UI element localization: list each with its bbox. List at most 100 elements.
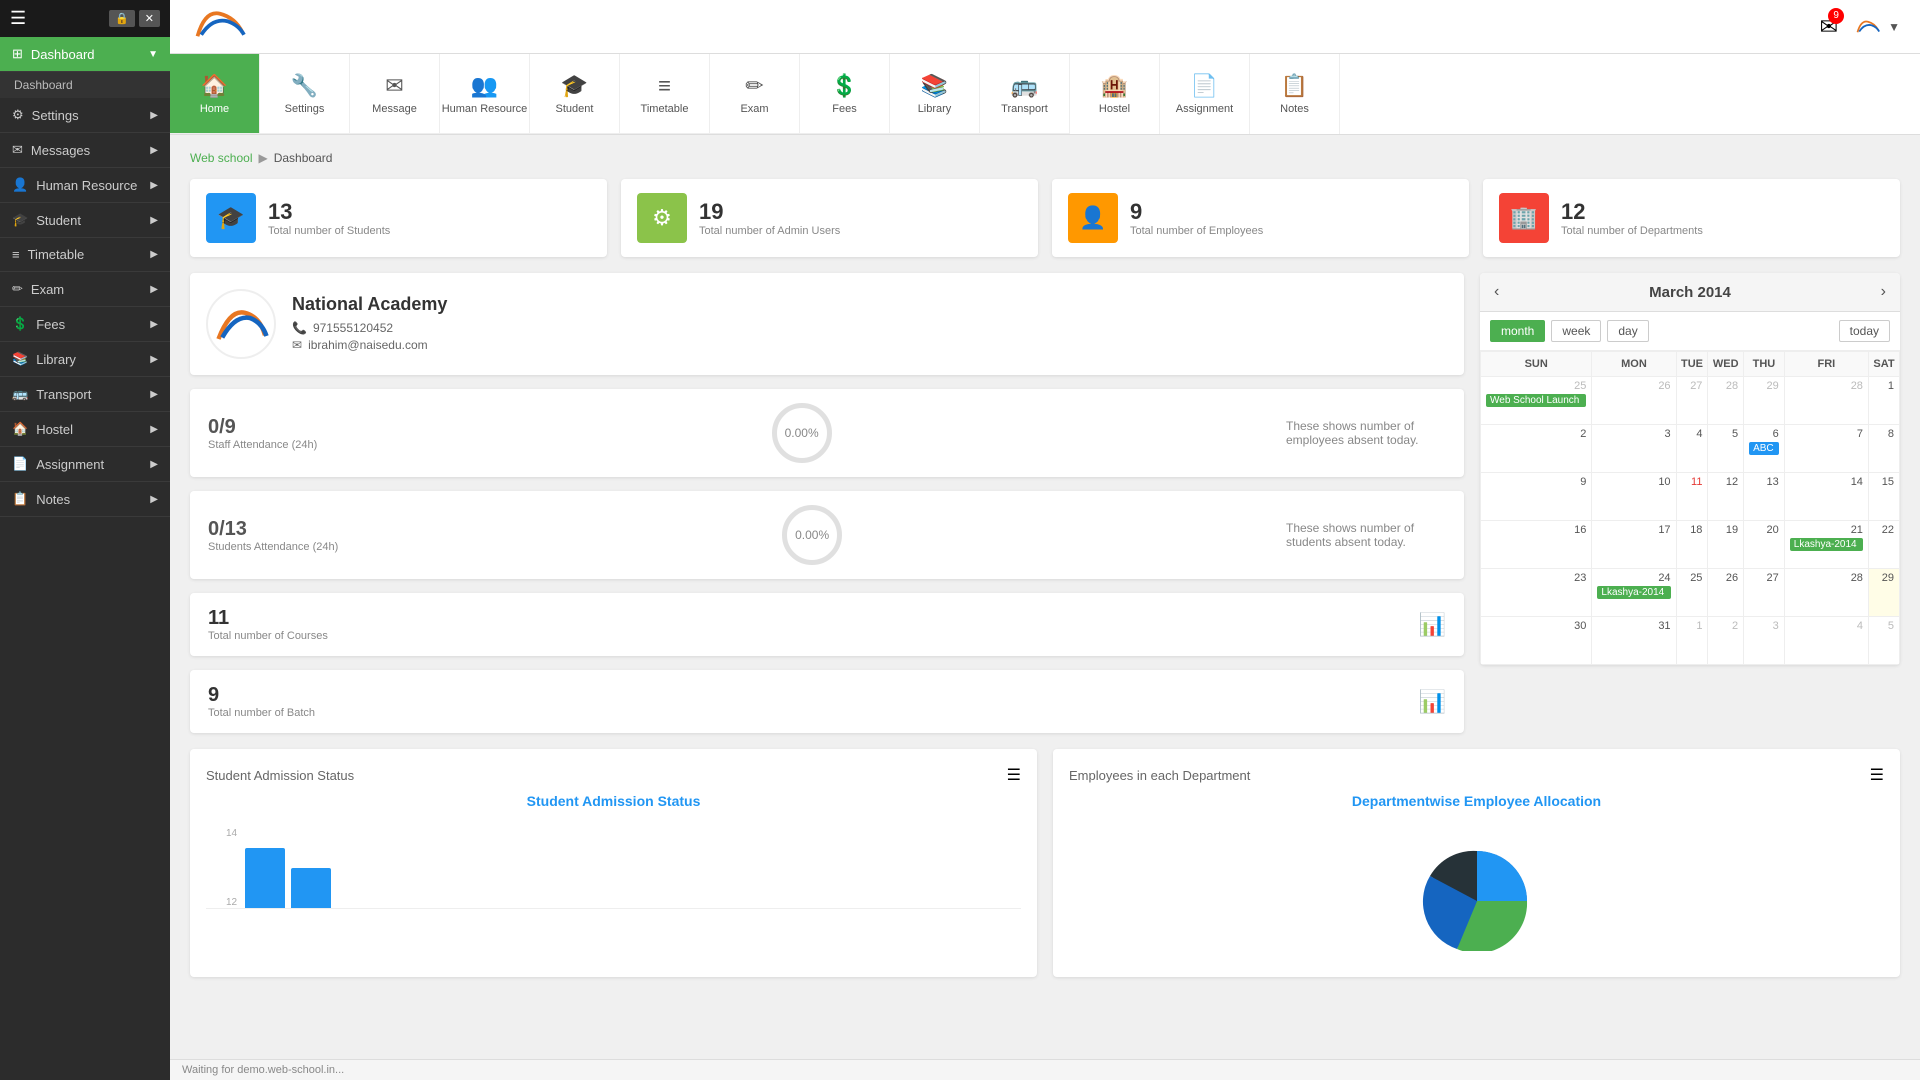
cal-cell[interactable]: 1	[1676, 617, 1708, 665]
logo	[190, 5, 250, 48]
left-column: National Academy 📞 971555120452 ✉ ibrahi…	[190, 273, 1464, 733]
cal-cell[interactable]: 19	[1708, 521, 1744, 569]
cal-cell[interactable]: 8	[1868, 425, 1899, 473]
cal-cell[interactable]: 3	[1744, 617, 1785, 665]
sidebar-item-student[interactable]: 🎓 Student ▶	[0, 203, 170, 238]
cal-cell[interactable]: 28	[1784, 569, 1868, 617]
cal-cell[interactable]: 5	[1708, 425, 1744, 473]
nav-fees[interactable]: 💲 Fees	[800, 54, 890, 134]
cal-cell[interactable]: 23	[1481, 569, 1592, 617]
sidebar-item-hostel[interactable]: 🏠 Hostel ▶	[0, 412, 170, 447]
nav-notes[interactable]: 📋 Notes	[1250, 54, 1340, 134]
cal-cell[interactable]: 22	[1868, 521, 1899, 569]
hostel-nav-icon: 🏨	[1101, 73, 1128, 99]
cal-cell[interactable]: 31	[1592, 617, 1676, 665]
cal-cell[interactable]: 18	[1676, 521, 1708, 569]
sidebar-item-settings[interactable]: ⚙ Settings ▶	[0, 98, 170, 133]
cal-event-web-school[interactable]: Web School Launch	[1486, 394, 1586, 407]
calendar-toolbar: month week day today	[1480, 312, 1900, 351]
cal-cell[interactable]: 25Web School Launch	[1481, 377, 1592, 425]
cal-cell[interactable]: 16	[1481, 521, 1592, 569]
cal-cell[interactable]: 1	[1868, 377, 1899, 425]
nav-timetable[interactable]: ≡ Timetable	[620, 54, 710, 134]
library-icon: 📚	[12, 351, 28, 367]
cal-cell[interactable]: 29	[1744, 377, 1785, 425]
cal-event[interactable]: ABC	[1749, 442, 1779, 455]
cal-cell[interactable]: 7	[1784, 425, 1868, 473]
cal-cell[interactable]: 13	[1744, 473, 1785, 521]
cal-cell[interactable]: 27	[1744, 569, 1785, 617]
lock-button[interactable]: 🔒	[109, 10, 135, 27]
close-button[interactable]: ✕	[139, 10, 160, 27]
nav-library[interactable]: 📚 Library	[890, 54, 980, 134]
cal-cell[interactable]: 3	[1592, 425, 1676, 473]
nav-assignment[interactable]: 📄 Assignment	[1160, 54, 1250, 134]
cal-cell[interactable]: 24Lkashya-2014	[1592, 569, 1676, 617]
departments-stat-info: 12 Total number of Departments	[1561, 199, 1703, 237]
cal-cell[interactable]: 26	[1592, 377, 1676, 425]
cal-cell[interactable]: 4	[1784, 617, 1868, 665]
cal-cell[interactable]: 29	[1868, 569, 1899, 617]
courses-chart-icon[interactable]: 📊	[1419, 612, 1446, 638]
sidebar-item-human-resource[interactable]: 👤 Human Resource ▶	[0, 168, 170, 203]
cal-cell[interactable]: 17	[1592, 521, 1676, 569]
cal-cell[interactable]: 5	[1868, 617, 1899, 665]
nav-home[interactable]: 🏠 Home	[170, 54, 260, 134]
cal-cell[interactable]: 28	[1784, 377, 1868, 425]
cal-cell[interactable]: 27	[1676, 377, 1708, 425]
chevron-right-icon5: ▶	[150, 249, 158, 260]
cal-cell[interactable]: 21Lkashya-2014	[1784, 521, 1868, 569]
nav-human-resource[interactable]: 👥 Human Resource	[440, 54, 530, 134]
cal-cell[interactable]: 20	[1744, 521, 1785, 569]
admission-chart-menu-icon[interactable]: ☰	[1007, 765, 1021, 785]
cal-cell[interactable]: 12	[1708, 473, 1744, 521]
cal-cell[interactable]: 30	[1481, 617, 1592, 665]
chevron-right-icon10: ▶	[150, 424, 158, 435]
cal-cell[interactable]: 9	[1481, 473, 1592, 521]
calendar-today-button[interactable]: today	[1839, 320, 1890, 342]
sidebar-item-timetable[interactable]: ≡ Timetable ▶	[0, 238, 170, 272]
nav-hostel[interactable]: 🏨 Hostel	[1070, 54, 1160, 134]
calendar-prev-button[interactable]: ‹	[1494, 283, 1499, 301]
exam-icon: ✏	[12, 281, 23, 297]
cal-cell[interactable]: 14	[1784, 473, 1868, 521]
calendar-month-button[interactable]: month	[1490, 320, 1545, 342]
mail-button[interactable]: ✉ 9	[1820, 14, 1838, 40]
sidebar-item-assignment[interactable]: 📄 Assignment ▶	[0, 447, 170, 482]
cal-cell[interactable]: 28	[1708, 377, 1744, 425]
sidebar-item-exam[interactable]: ✏ Exam ▶	[0, 272, 170, 307]
sidebar-item-transport[interactable]: 🚌 Transport ▶	[0, 377, 170, 412]
cal-event[interactable]: Lkashya-2014	[1790, 538, 1863, 551]
nav-message[interactable]: ✉ Message	[350, 54, 440, 134]
cal-cell[interactable]: 15	[1868, 473, 1899, 521]
calendar-week-button[interactable]: week	[1551, 320, 1601, 342]
cal-cell[interactable]: 26	[1708, 569, 1744, 617]
nav-transport[interactable]: 🚌 Transport	[980, 54, 1070, 134]
sidebar-item-fees[interactable]: 💲 Fees ▶	[0, 307, 170, 342]
sidebar-item-notes[interactable]: 📋 Notes ▶	[0, 482, 170, 517]
sidebar-item-library[interactable]: 📚 Library ▶	[0, 342, 170, 377]
cal-cell[interactable]: 2	[1708, 617, 1744, 665]
hamburger-icon[interactable]: ☰	[10, 8, 26, 29]
cal-cell[interactable]: 4	[1676, 425, 1708, 473]
cal-cell[interactable]: 6ABC	[1744, 425, 1785, 473]
cal-cell[interactable]: 25	[1676, 569, 1708, 617]
cal-event[interactable]: Lkashya-2014	[1597, 586, 1670, 599]
dept-pie-chart	[1069, 821, 1884, 961]
sidebar-item-messages[interactable]: ✉ Messages ▶	[0, 133, 170, 168]
nav-settings[interactable]: 🔧 Settings	[260, 54, 350, 134]
calendar-day-button[interactable]: day	[1607, 320, 1648, 342]
content-area: Web school ▶ Dashboard 🎓 13 Total number…	[170, 135, 1920, 1059]
cal-cell[interactable]: 10	[1592, 473, 1676, 521]
breadcrumb-parent[interactable]: Web school	[190, 151, 252, 165]
batch-chart-icon[interactable]: 📊	[1419, 689, 1446, 715]
cal-cell[interactable]: 11	[1676, 473, 1708, 521]
sidebar-sub-dashboard[interactable]: Dashboard	[0, 72, 170, 98]
user-menu[interactable]: ▼	[1854, 13, 1900, 41]
nav-student[interactable]: 🎓 Student	[530, 54, 620, 134]
sidebar-item-dashboard[interactable]: ⊞ Dashboard ▼	[0, 37, 170, 72]
dept-chart-menu-icon[interactable]: ☰	[1870, 765, 1884, 785]
nav-exam[interactable]: ✏ Exam	[710, 54, 800, 134]
cal-cell[interactable]: 2	[1481, 425, 1592, 473]
calendar-next-button[interactable]: ›	[1881, 283, 1886, 301]
